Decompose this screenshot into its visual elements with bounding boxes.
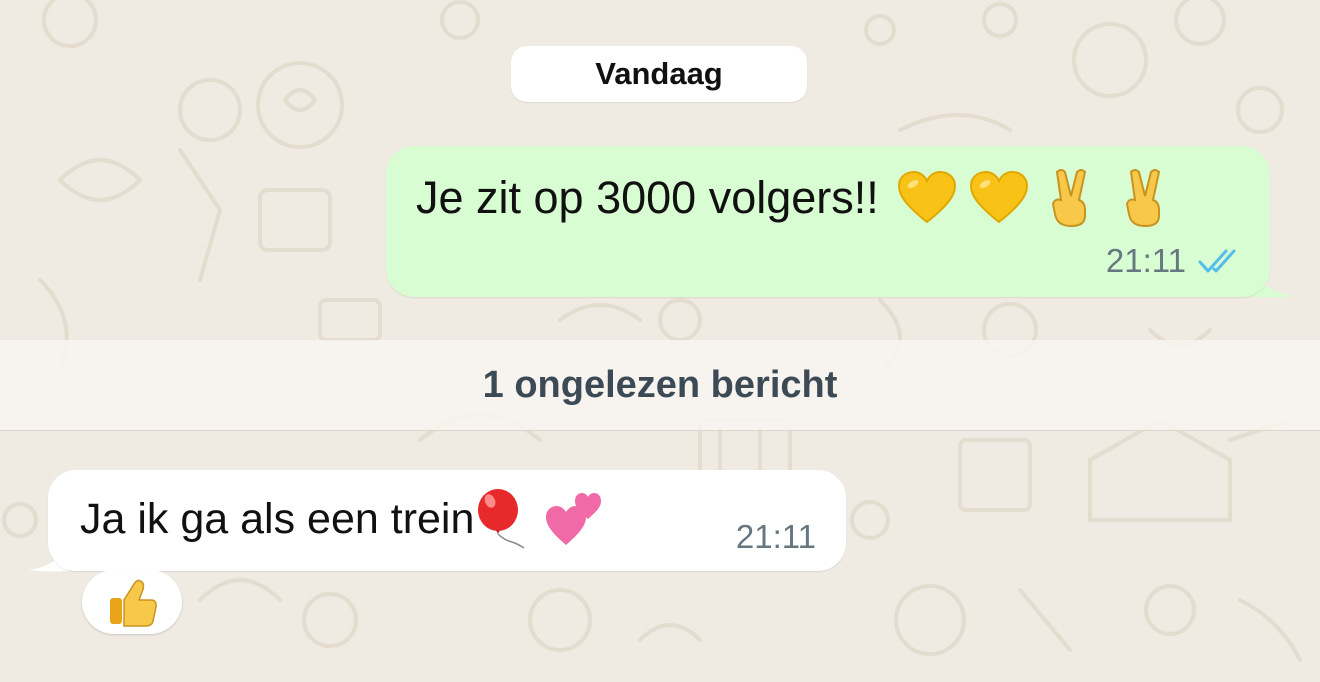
victory-hand-icon: [1125, 169, 1160, 228]
unread-messages-separator: 1 ongelezen bericht: [0, 340, 1320, 431]
outgoing-message-text: Je zit op 3000 volgers!!: [416, 168, 1167, 228]
victory-hand-icon: [1051, 169, 1086, 228]
incoming-message-bubble[interactable]: Ja ik ga als een trein 21:11: [48, 470, 846, 571]
two-hearts-icon: [546, 493, 602, 545]
date-separator: Vandaag: [511, 46, 807, 102]
incoming-message-text: Ja ik ga als een trein: [80, 488, 604, 550]
yellow-heart-icon: [897, 170, 956, 224]
yellow-heart-icon: [969, 170, 1028, 224]
outgoing-message-time: 21:11: [1105, 242, 1186, 279]
message-reaction[interactable]: [82, 570, 182, 634]
thumbs-up-icon: [110, 579, 157, 627]
outgoing-message-meta: 21:11: [1106, 242, 1242, 280]
outgoing-message-bubble[interactable]: Je zit op 3000 volgers!! 21:11: [386, 146, 1270, 297]
incoming-message-body: Ja ik ga als een trein: [80, 494, 475, 543]
read-ticks-icon: [1198, 249, 1236, 273]
incoming-message-time: 21:11: [735, 518, 816, 555]
balloon-icon: [478, 489, 525, 549]
outgoing-message-body: Je zit op 3000 volgers!!: [416, 172, 879, 223]
unread-label: 1 ongelezen bericht: [482, 363, 838, 406]
date-label: Vandaag: [595, 56, 723, 91]
